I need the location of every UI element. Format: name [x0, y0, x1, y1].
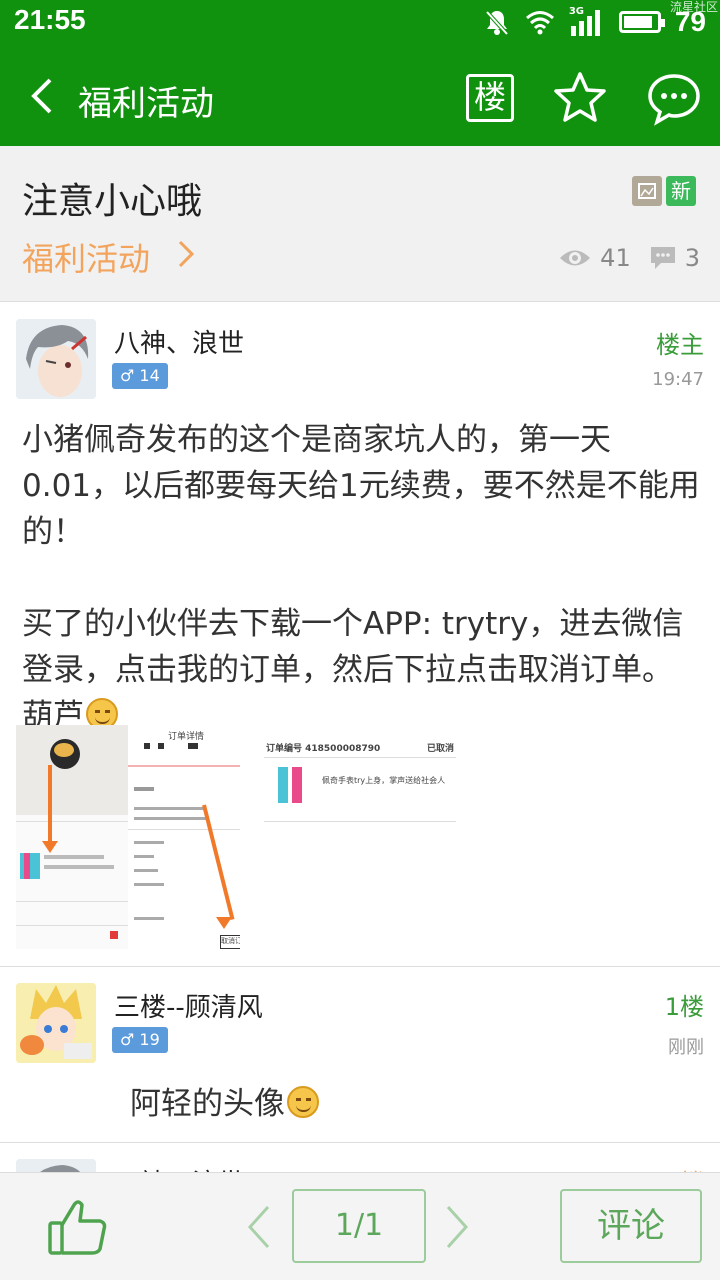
author-name[interactable]: 三楼--顾清风 — [114, 987, 263, 1024]
chevron-right-icon — [446, 1205, 469, 1249]
status-time: 21:55 — [14, 4, 86, 35]
floor-label: 1楼 — [664, 993, 704, 1021]
next-page-button[interactable] — [444, 1203, 472, 1255]
favorite-button[interactable] — [552, 70, 608, 130]
avatar[interactable] — [16, 319, 96, 399]
post-time: 19:47 — [652, 369, 704, 390]
order-number: 订单编号 418500008790 — [266, 744, 381, 754]
gender-level-badge: ♂ 14 — [112, 363, 168, 389]
cancel-order-label: 取消订单 — [220, 935, 240, 949]
post-content: 阿轻的头像 — [130, 1081, 319, 1127]
post-image-2[interactable]: 订单详情 取消订单 — [128, 725, 240, 949]
post-op: 八神、浪世 ♂ 14 楼主 19:47 小猪佩奇发布的这个是商家坑人的，第一天0… — [0, 303, 720, 966]
status-bar: 21:55 流星社区 3G 79 — [0, 0, 720, 44]
like-button[interactable] — [46, 1195, 110, 1263]
back-button[interactable] — [26, 74, 58, 122]
battery-level: 79 — [674, 6, 706, 37]
post-image-3[interactable]: 订单编号 418500008790 已取消 佩奇手表try上身，掌声送给社会人 — [264, 739, 456, 823]
network-type: 3G — [568, 6, 585, 17]
eye-icon — [560, 250, 591, 266]
thumbs-up-icon — [48, 1200, 107, 1255]
order-title: 订单详情 — [168, 732, 205, 742]
author-name[interactable]: 八神、浪世 — [114, 1163, 244, 1172]
chat-button[interactable] — [646, 72, 702, 130]
star-icon — [554, 72, 606, 122]
signal-icon: 3G — [568, 6, 605, 36]
smiley-emoji-icon — [287, 1086, 319, 1118]
floor-label: 2楼 — [665, 1163, 704, 1172]
post-paragraph: 买了的小伙伴去下载一个APP: trytry，进去微信登录，点击我的订单，然后下… — [22, 606, 684, 734]
title-bar: 福利活动 楼 — [0, 44, 720, 146]
chevron-left-icon — [247, 1205, 270, 1249]
author-name[interactable]: 八神、浪世 — [114, 323, 244, 360]
image-tag-icon — [632, 176, 662, 206]
thread-title: 注意小心哦 — [22, 181, 203, 222]
product-name: 佩奇手表try上身，掌声送给社会人 — [322, 776, 446, 785]
post-content: 小猪佩奇发布的这个是商家坑人的，第一天0.01，以后都要每天给1元续费，要不然是… — [22, 417, 702, 739]
prev-page-button[interactable] — [244, 1203, 272, 1255]
back-arrow-icon — [31, 78, 52, 114]
avatar[interactable] — [16, 1159, 96, 1172]
floor-filter-button[interactable]: 楼 — [466, 74, 514, 122]
avatar[interactable] — [16, 983, 96, 1063]
mute-icon — [485, 10, 509, 36]
page-title: 福利活动 — [78, 84, 214, 124]
floor-label: 楼主 — [656, 331, 704, 359]
bottom-bar: 1/1 评论 — [0, 1172, 720, 1280]
post-image-1[interactable] — [16, 725, 128, 949]
thread-header: 注意小心哦 新 福利活动 41 3 — [0, 146, 720, 302]
gender-level-badge: ♂ 19 — [112, 1027, 168, 1053]
battery-icon — [618, 11, 665, 33]
status-icons: 3G 79 — [483, 6, 706, 38]
category-link[interactable]: 福利活动 — [22, 234, 150, 280]
post-paragraph: 小猪佩奇发布的这个是商家坑人的，第一天0.01，以后都要每天给1元续费，要不然是… — [22, 422, 700, 550]
chevron-right-icon — [176, 238, 196, 274]
comment-button[interactable]: 评论 — [560, 1189, 702, 1263]
comment-count: 3 — [684, 244, 700, 272]
order-status: 已取消 — [426, 744, 454, 754]
new-tag: 新 — [666, 176, 696, 206]
view-count: 41 — [600, 244, 631, 272]
post-time: 刚刚 — [668, 1037, 704, 1058]
page-indicator[interactable]: 1/1 — [292, 1189, 426, 1263]
comment-icon — [650, 247, 675, 269]
post-floor-1: 三楼--顾清风 ♂ 19 1楼 刚刚 阿轻的头像 — [0, 967, 720, 1142]
thread-stats: 41 3 — [558, 244, 700, 272]
chat-bubble-icon — [648, 74, 700, 126]
post-floor-2: 八神、浪世 2楼 — [0, 1143, 720, 1172]
wifi-icon — [525, 11, 554, 35]
